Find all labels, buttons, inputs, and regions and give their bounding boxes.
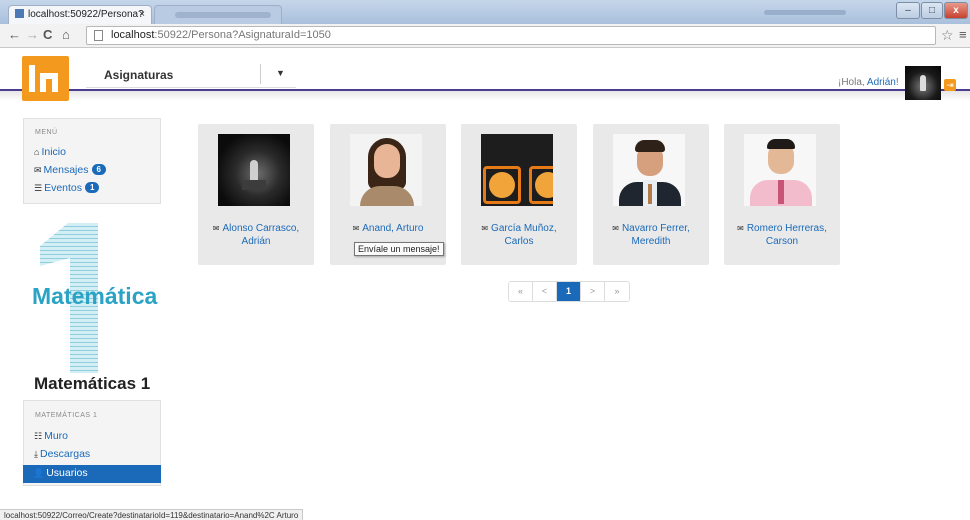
status-bar-url: localhost:50922/Correo/Create?destinatar… (0, 509, 304, 520)
browser-tab-active[interactable]: localhost:50922/Persona? × (8, 5, 152, 24)
blurred-window-title (764, 10, 846, 15)
bookmark-star-icon[interactable]: ☆ (941, 27, 954, 44)
maximize-button[interactable]: □ (921, 2, 943, 19)
person-card: ✉ Navarro Ferrer, Meredith (593, 124, 709, 265)
url-path: :50922/Persona?AsignaturaId=1050 (154, 29, 331, 41)
person-card: ✉ Romero Herreras, Carson (724, 124, 840, 265)
envelope-icon: ✉ (737, 224, 744, 233)
person-name-link[interactable]: ✉ Romero Herreras, Carson (728, 222, 836, 248)
sidebar-item-usuarios[interactable]: 👤 Usuarios (23, 465, 161, 483)
header-shadow (0, 91, 970, 101)
sidebar-item-muro[interactable]: ☷ Muro (34, 430, 68, 442)
menu-panel: MENÚ ⌂ Inicio ✉ Mensajes 6 ☰ Eventos 1 (23, 118, 161, 204)
address-bar[interactable]: localhost:50922/Persona?AsignaturaId=105… (86, 26, 936, 45)
user-name-link[interactable]: Adrián (867, 77, 896, 88)
reload-icon[interactable]: C (43, 27, 52, 42)
envelope-icon: ✉ (212, 224, 220, 233)
sidebar-item-eventos[interactable]: ☰ Eventos 1 (34, 182, 100, 194)
person-name-link[interactable]: ✉ Alonso Carrasco, Adrián (202, 222, 310, 248)
url-host: localhost (111, 29, 155, 41)
sidebar-item-inicio[interactable]: ⌂ Inicio (34, 146, 66, 158)
forward-arrow-icon[interactable]: → (26, 27, 39, 42)
subject-heading: MATEMÁTICAS 1 (35, 412, 98, 419)
events-count-badge: 1 (85, 182, 100, 193)
home-icon: ⌂ (34, 147, 40, 157)
subject-title: Matemáticas 1 (34, 374, 151, 393)
blurred-tab-title (175, 12, 271, 18)
send-message-tooltip: Envíale un mensaje! (354, 242, 444, 256)
browser-tab-inactive[interactable] (154, 5, 282, 24)
logout-icon[interactable]: ⇥ (944, 79, 956, 91)
big-one-graphic: Matemática (32, 223, 157, 373)
person-name-link[interactable]: ✉ Anand, Arturo (334, 222, 442, 235)
tab-title: localhost:50922/Persona? (28, 9, 144, 20)
download-icon: ⤓ (34, 449, 38, 459)
person-photo (350, 134, 422, 206)
greeting: ¡Hola, Adrián! (838, 77, 899, 88)
close-window-button[interactable]: x (944, 2, 968, 19)
sidebar-item-descargas[interactable]: ⤓ Descargas (34, 448, 90, 460)
page-icon (94, 30, 103, 41)
pagination-prev[interactable]: < (533, 282, 557, 301)
browser-titlebar: localhost:50922/Persona? × – □ x (0, 0, 970, 24)
pagination-last[interactable]: » (605, 282, 629, 301)
list-icon: ☷ (34, 431, 43, 441)
back-arrow-icon[interactable]: ← (8, 27, 21, 42)
menu-heading: MENÚ (35, 129, 58, 136)
envelope-icon: ✉ (481, 224, 489, 233)
user-icon: 👤 (33, 468, 45, 478)
app-logo[interactable] (22, 56, 69, 101)
person-name-link[interactable]: ✉ Navarro Ferrer, Meredith (597, 222, 705, 248)
person-photo (218, 134, 290, 206)
subject-image-text: Matemática (32, 283, 157, 309)
browser-toolbar: ← → C ⌂ localhost:50922/Persona?Asignatu… (0, 24, 970, 48)
browser-window: localhost:50922/Persona? × – □ x ← → C ⌂… (0, 0, 970, 520)
pagination-next[interactable]: > (581, 282, 605, 301)
browser-menu-icon[interactable]: ≡ (959, 27, 967, 42)
person-photo (613, 134, 685, 206)
person-card: ✉ Alonso Carrasco, Adrián (198, 124, 314, 265)
person-name-link[interactable]: ✉ García Muñoz, Carlos (465, 222, 573, 248)
messages-count-badge: 6 (91, 164, 106, 175)
envelope-icon: ✉ (34, 165, 42, 175)
subject-cover-image: Matemática (28, 218, 163, 373)
home-icon[interactable]: ⌂ (62, 27, 70, 42)
asignaturas-dropdown[interactable]: Asignaturas ▼ (86, 58, 296, 88)
caret-down-icon[interactable]: ▼ (276, 68, 285, 78)
sidebar-item-mensajes[interactable]: ✉ Mensajes 6 (34, 164, 106, 176)
pagination: « < 1 > » (508, 281, 630, 302)
envelope-icon: ✉ (352, 224, 360, 233)
minimize-button[interactable]: – (896, 2, 920, 19)
dropdown-separator (260, 64, 261, 84)
person-photo (481, 134, 553, 206)
page-favicon-icon (15, 9, 24, 18)
envelope-icon: ✉ (612, 224, 619, 233)
person-photo (744, 134, 816, 206)
tab-close-icon[interactable]: × (139, 9, 145, 20)
avatar[interactable] (905, 66, 941, 100)
list-icon: ☰ (34, 183, 43, 193)
asignaturas-label: Asignaturas (104, 68, 174, 82)
person-card: ✉ García Muñoz, Carlos (461, 124, 577, 265)
pagination-page-current[interactable]: 1 (557, 282, 581, 301)
pagination-first[interactable]: « (509, 282, 533, 301)
